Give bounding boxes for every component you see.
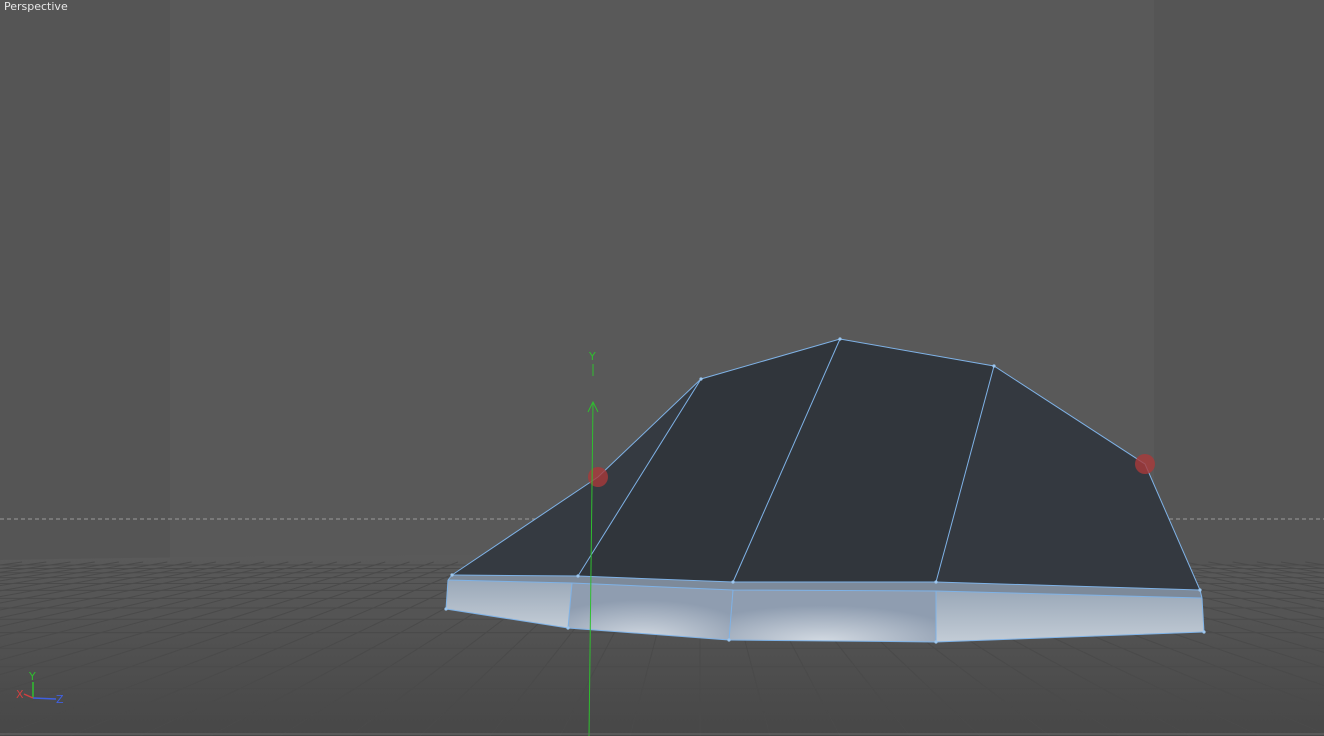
axis-x-label: X [16, 688, 24, 701]
camera-label[interactable]: Perspective [4, 0, 68, 13]
axis-y-label: Y [28, 670, 36, 683]
handle-point-right[interactable] [1135, 454, 1155, 474]
3d-viewport[interactable]: Y Y X Z Perspective [0, 0, 1324, 736]
axis-z-label: Z [56, 693, 64, 706]
viewport-canvas[interactable]: Y Y X Z [0, 0, 1324, 736]
gizmo-y-label: Y [588, 350, 596, 363]
mesh-side-center-right[interactable] [729, 590, 936, 642]
handle-point-left[interactable] [588, 467, 608, 487]
